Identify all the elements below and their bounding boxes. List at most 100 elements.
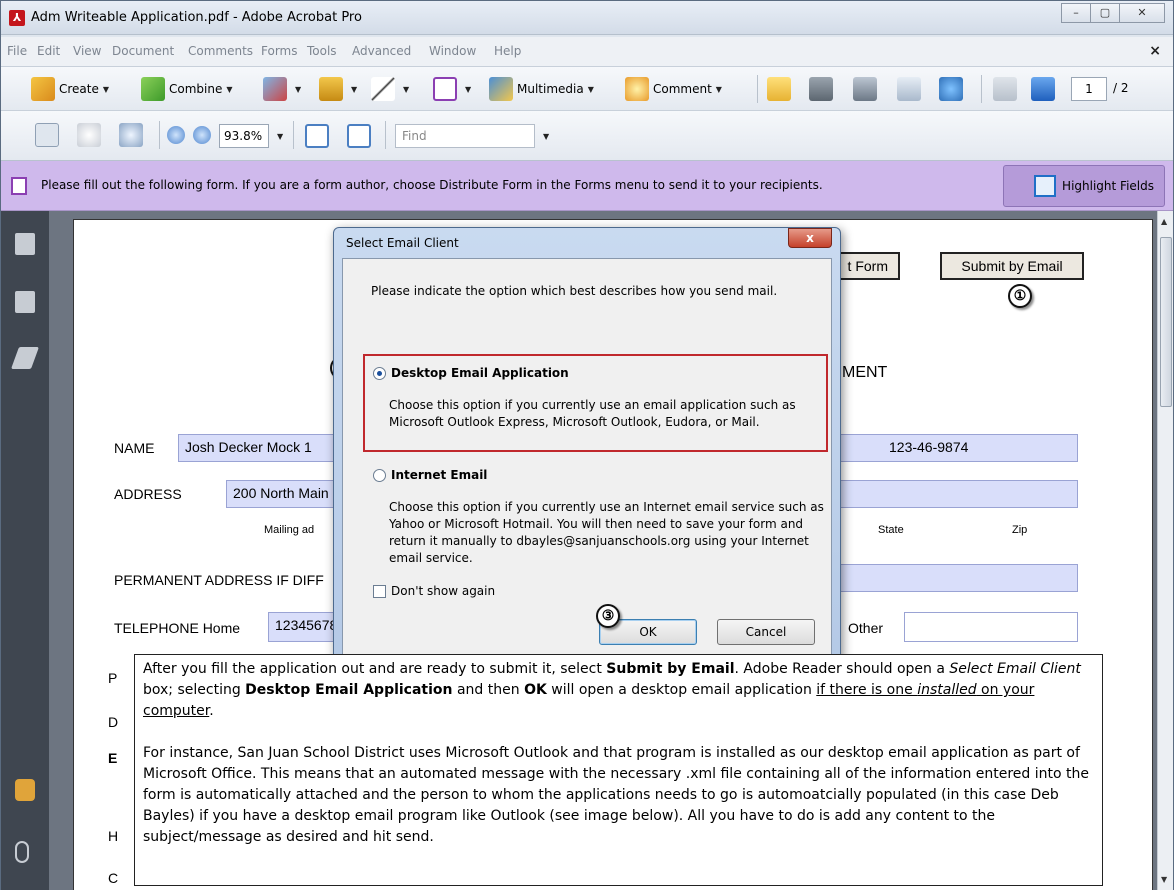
sign-button[interactable]: ▼	[371, 77, 409, 101]
dialog-title: Select Email Client	[346, 236, 459, 250]
telephone-other-label: Other	[848, 620, 884, 636]
cut-off-label-h: H	[108, 828, 119, 844]
comment-icon	[625, 77, 649, 101]
comment-label: Comment	[653, 82, 712, 96]
close-document-icon[interactable]: ×	[1149, 43, 1161, 59]
highlight-fields-button[interactable]: Highlight Fields	[1003, 165, 1165, 207]
cancel-button[interactable]: Cancel	[717, 619, 815, 645]
minimize-button[interactable]: –	[1061, 3, 1091, 23]
ssn-field[interactable]: 123-46-9874	[840, 434, 1078, 462]
comments-panel-icon[interactable]	[15, 779, 35, 801]
open-folder-icon[interactable]	[767, 77, 791, 101]
close-window-button[interactable]: ✕	[1119, 3, 1165, 23]
instruction-callout: After you fill the application out and a…	[134, 654, 1103, 886]
create-button[interactable]: Create ▼	[31, 77, 109, 101]
secure-button[interactable]: ▼	[319, 77, 357, 101]
menu-comments[interactable]: Comments	[188, 44, 253, 58]
menu-edit[interactable]: Edit	[37, 44, 60, 58]
permanent-address-field[interactable]	[840, 564, 1078, 592]
toolbar-separator	[981, 75, 982, 103]
form-message-bar: Please fill out the following form. If y…	[1, 161, 1173, 211]
select-tool-icon[interactable]	[35, 123, 59, 147]
signatures-panel-icon[interactable]	[10, 347, 40, 369]
highlight-fields-icon	[1034, 175, 1057, 197]
menu-forms[interactable]: Forms	[261, 44, 297, 58]
hand-tool-icon[interactable]	[77, 123, 101, 147]
zoom-level-input[interactable]: 93.8%	[219, 124, 269, 148]
find-dropdown-icon[interactable]: ▼	[543, 132, 549, 141]
forms-button[interactable]: ▼	[433, 77, 471, 101]
state-label: State	[878, 524, 904, 536]
telephone-home-field[interactable]: 12345678	[268, 612, 338, 642]
previous-page-icon[interactable]	[993, 77, 1017, 101]
menu-window[interactable]: Window	[429, 44, 476, 58]
next-page-icon[interactable]	[1031, 77, 1055, 101]
submit-by-email-button[interactable]: Submit by Email	[940, 252, 1084, 280]
menu-file[interactable]: File	[7, 44, 27, 58]
menu-document[interactable]: Document	[112, 44, 174, 58]
highlight-fields-label: Highlight Fields	[1062, 179, 1154, 193]
desktop-email-radio[interactable]	[373, 367, 386, 380]
internet-email-radio[interactable]	[373, 469, 386, 482]
zoom-dropdown-icon[interactable]: ▼	[277, 132, 283, 141]
form-message-text: Please fill out the following form. If y…	[41, 178, 823, 192]
combine-icon	[141, 77, 165, 101]
address-label: ADDRESS	[114, 486, 182, 502]
cut-off-label-d: D	[108, 714, 119, 730]
dont-show-again-checkbox[interactable]	[373, 585, 386, 598]
page-number-input[interactable]: 1	[1071, 77, 1107, 101]
cut-off-label-c: C	[108, 870, 119, 886]
email-icon[interactable]	[897, 77, 921, 101]
desktop-email-label[interactable]: Desktop Email Application	[391, 365, 569, 382]
window-title: Adm Writeable Application.pdf - Adobe Ac…	[31, 10, 362, 25]
toolbar-separator	[159, 121, 160, 149]
form-icon	[433, 77, 457, 101]
comment-button[interactable]: Comment ▼	[625, 77, 722, 101]
zoom-out-icon[interactable]	[167, 126, 185, 144]
name-field[interactable]: Josh Decker Mock 1	[178, 434, 338, 462]
maximize-button[interactable]: ▢	[1090, 3, 1120, 23]
address-field[interactable]: 200 North Main	[226, 480, 338, 508]
menu-view[interactable]: View	[73, 44, 101, 58]
scroll-down-icon[interactable]: ▼	[1161, 875, 1167, 884]
internet-email-label[interactable]: Internet Email	[391, 467, 487, 484]
find-input[interactable]: Find	[395, 124, 535, 148]
bookmarks-panel-icon[interactable]	[15, 291, 35, 313]
zip-label: Zip	[1012, 524, 1028, 536]
address-extra-field[interactable]	[840, 480, 1078, 508]
pages-panel-icon[interactable]	[15, 233, 35, 255]
fit-page-icon[interactable]	[347, 124, 371, 148]
collaborate-icon	[263, 77, 287, 101]
menu-help[interactable]: Help	[494, 44, 521, 58]
multimedia-button[interactable]: Multimedia ▼	[489, 77, 594, 101]
zoom-in-icon[interactable]	[193, 126, 211, 144]
step-3-marker: ③	[596, 604, 620, 628]
menu-advanced[interactable]: Advanced	[352, 44, 411, 58]
print-icon[interactable]	[809, 77, 833, 101]
attachments-paperclip-icon[interactable]	[15, 841, 29, 863]
scroll-up-icon[interactable]: ▲	[1161, 217, 1167, 226]
fit-width-icon[interactable]	[305, 124, 329, 148]
collaborate-button[interactable]: ▼	[263, 77, 301, 101]
combine-label: Combine	[169, 82, 223, 96]
select-email-client-dialog: Select Email Client x Please indicate th…	[333, 227, 841, 667]
web-globe-icon[interactable]	[939, 77, 963, 101]
dialog-body: Please indicate the option which best de…	[342, 258, 832, 660]
combine-button[interactable]: Combine ▼	[141, 77, 233, 101]
step-1-marker: ①	[1008, 284, 1032, 308]
form-bar-icon	[11, 177, 27, 195]
save-icon[interactable]	[853, 77, 877, 101]
menu-tools[interactable]: Tools	[307, 44, 337, 58]
pen-icon	[371, 77, 395, 101]
create-label: Create	[59, 82, 99, 96]
toolbar-separator	[757, 75, 758, 103]
vertical-scrollbar[interactable]: ▲ ▼	[1157, 211, 1173, 890]
mailing-address-label: Mailing ad	[264, 524, 315, 536]
dialog-close-button[interactable]: x	[788, 228, 832, 248]
main-toolbar: Create ▼ Combine ▼ ▼ ▼ ▼ ▼ Multimedia ▼ Com…	[1, 67, 1173, 111]
dont-show-again-label[interactable]: Don't show again	[391, 583, 495, 600]
telephone-other-field[interactable]	[904, 612, 1078, 642]
scroll-thumb[interactable]	[1160, 237, 1172, 407]
zoom-tool-icon[interactable]	[119, 123, 143, 147]
title-bar: ⅄ Adm Writeable Application.pdf - Adobe …	[1, 1, 1173, 35]
